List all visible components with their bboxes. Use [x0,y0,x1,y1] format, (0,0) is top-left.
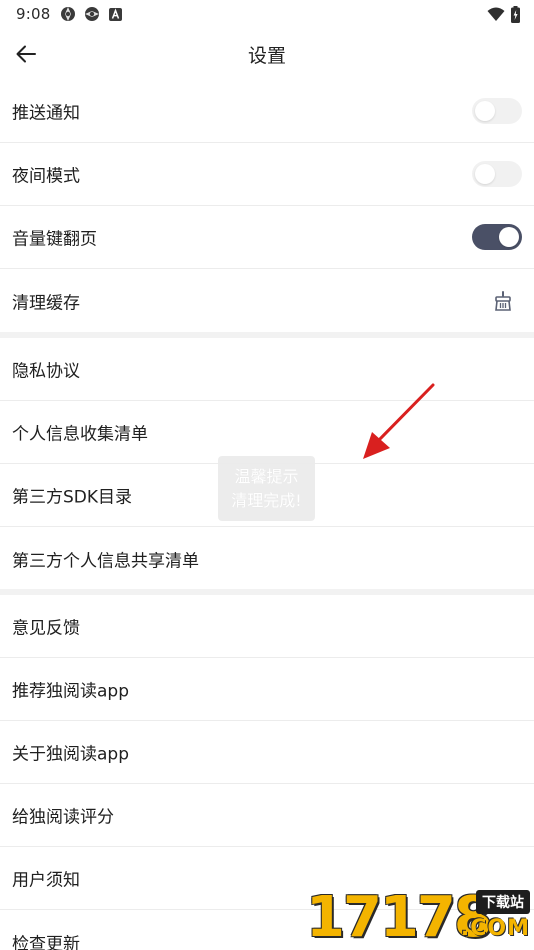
volume-key-paging-toggle[interactable] [472,224,522,250]
settings-screen: 9:08 设置 推送通知 夜间模式 音量键翻页 清理缓存 隐私协议 个人信息收集… [0,0,534,950]
page-title: 设置 [247,45,286,67]
settings-row-volume-key-paging[interactable]: 音量键翻页 [0,206,534,269]
status-bar: 9:08 [0,0,534,28]
settings-row-feedback[interactable]: 意见反馈 [0,595,534,658]
row-label: 清理缓存 [12,293,80,313]
settings-row-clear-cache[interactable]: 清理缓存 [0,269,534,332]
settings-row-personal-info-list[interactable]: 个人信息收集清单 [0,401,534,464]
row-label: 推荐独阅读app [12,681,129,702]
row-label: 关于独阅读app [12,744,129,765]
toast-title: 温馨提示 [234,466,299,486]
settings-row-night-mode[interactable]: 夜间模式 [0,143,534,206]
settings-row-rate-app[interactable]: 给独阅读评分 [0,784,534,847]
settings-row-about-app[interactable]: 关于独阅读app [0,721,534,784]
settings-row-recommend-app[interactable]: 推荐独阅读app [0,658,534,721]
watermark-suffix: .COM [460,916,530,941]
row-label: 给独阅读评分 [12,807,114,828]
row-label: 个人信息收集清单 [12,424,148,445]
row-label: 音量键翻页 [12,229,97,250]
battery-charging-icon [511,5,520,23]
push-notifications-toggle[interactable] [472,98,522,124]
status-right [487,5,520,23]
settings-row-third-party-sharing[interactable]: 第三方个人信息共享清单 [0,527,534,590]
night-mode-toggle[interactable] [472,161,522,187]
toast-message: 温馨提示 清理完成! [218,456,315,521]
row-label: 第三方个人信息共享清单 [12,551,199,571]
row-label: 隐私协议 [12,361,80,382]
row-label: 第三方SDK目录 [12,487,133,508]
app-bar: 设置 [0,28,534,80]
aperture-icon [61,7,75,21]
watermark-tag: 下载站 [476,890,530,914]
row-label: 检查更新 [12,934,80,950]
row-label: 夜间模式 [12,166,80,187]
letter-a-badge-icon [109,8,122,21]
settings-row-privacy-policy[interactable]: 隐私协议 [0,338,534,401]
toast-body: 清理完成! [231,490,302,510]
broom-icon[interactable] [492,290,514,312]
row-label: 用户须知 [12,870,80,891]
toggle-knob [499,227,519,247]
row-label: 推送通知 [12,103,80,124]
status-time: 9:08 [16,5,51,23]
toggle-knob [475,101,495,121]
wifi-icon [487,7,505,21]
site-watermark-logo: 17178 下载站 .COM [306,884,534,950]
aperture-icon [85,7,99,21]
annotation-arrow-icon [363,383,435,459]
settings-row-push-notifications[interactable]: 推送通知 [0,80,534,143]
toggle-knob [475,164,495,184]
row-label: 意见反馈 [12,618,80,639]
